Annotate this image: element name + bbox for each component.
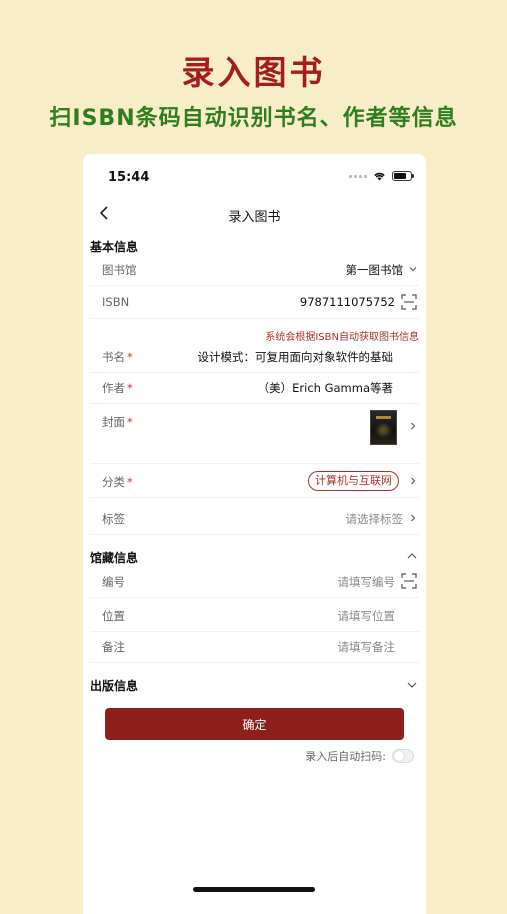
auto-scan-toggle[interactable]: [392, 749, 414, 763]
location-input[interactable]: 请填写位置: [338, 608, 396, 624]
chevron-right-icon: [411, 477, 416, 485]
book-name-value: 设计模式：可复用面向对象软件的基础: [197, 350, 394, 364]
scan-icon[interactable]: [401, 573, 417, 589]
status-icons: [349, 171, 414, 181]
page-title: 录入图书: [228, 210, 281, 225]
tags-row[interactable]: 标签 请选择标签: [90, 504, 419, 535]
confirm-button[interactable]: 确定: [105, 708, 404, 740]
remark-label: 备注: [102, 640, 125, 654]
book-name-label: 书名 *: [102, 350, 133, 364]
location-label: 位置: [102, 609, 125, 623]
author-row[interactable]: 作者 * （美）Erich Gamma等著: [90, 373, 419, 404]
home-indicator: [193, 887, 315, 892]
author-value: （美）Erich Gamma等著: [257, 381, 393, 395]
category-tag[interactable]: 计算机与互联网: [308, 471, 399, 491]
book-name-row[interactable]: 书名 * 设计模式：可复用面向对象软件的基础: [90, 342, 419, 373]
author-label: 作者 *: [102, 381, 133, 395]
chevron-right-icon: [411, 422, 416, 430]
number-input[interactable]: 请填写编号: [338, 574, 396, 590]
cover-row[interactable]: 封面 *: [90, 407, 419, 464]
number-label: 编号: [102, 575, 125, 589]
location-row[interactable]: 位置 请填写位置: [90, 601, 419, 632]
status-time: 15:44: [108, 170, 150, 185]
auto-scan-label: 录入后自动扫码:: [305, 750, 386, 763]
chevron-down-icon[interactable]: [406, 679, 418, 691]
library-row[interactable]: 图书馆 第一图书馆: [90, 255, 419, 286]
scan-icon[interactable]: [401, 294, 417, 310]
promo-subtitle: 扫ISBN条码自动识别书名、作者等信息: [49, 106, 458, 131]
isbn-row[interactable]: ISBN 9787111075752: [90, 288, 419, 319]
wifi-icon: [374, 172, 385, 181]
isbn-label: ISBN: [102, 295, 130, 309]
library-label: 图书馆: [102, 263, 137, 277]
library-value: 第一图书馆: [345, 263, 404, 277]
battery-icon: [392, 171, 414, 181]
section-collection-info: 馆藏信息: [90, 551, 139, 565]
category-row[interactable]: 分类 * 计算机与互联网: [90, 467, 419, 498]
tags-placeholder: 请选择标签: [345, 512, 404, 526]
cover-image[interactable]: [370, 410, 397, 445]
promo-title: 录入图书: [181, 53, 326, 92]
signal-icon: [349, 174, 367, 178]
remark-input[interactable]: 请填写备注: [338, 639, 396, 655]
tags-label: 标签: [102, 512, 125, 526]
cover-label: 封面 *: [102, 415, 133, 429]
category-label: 分类 *: [102, 475, 133, 489]
section-publish-info: 出版信息: [90, 679, 139, 693]
chevron-right-icon: [411, 514, 416, 522]
nav-bar: 录入图书: [83, 200, 426, 230]
number-row[interactable]: 编号 请填写编号: [90, 567, 419, 598]
section-basic-info: 基本信息: [90, 240, 139, 254]
phone-screen: 15:44 录入图书 基本信息 图书馆 第一图书馆 ISBN 978711107…: [83, 154, 426, 914]
isbn-hint: 系统会根据ISBN自动获取图书信息: [265, 332, 419, 343]
remark-row[interactable]: 备注 请填写备注: [90, 632, 419, 663]
chevron-up-icon[interactable]: [406, 550, 418, 562]
chevron-down-icon: [409, 267, 417, 272]
auto-scan-setting: 录入后自动扫码:: [305, 748, 414, 764]
isbn-value: 9787111075752: [299, 295, 395, 309]
